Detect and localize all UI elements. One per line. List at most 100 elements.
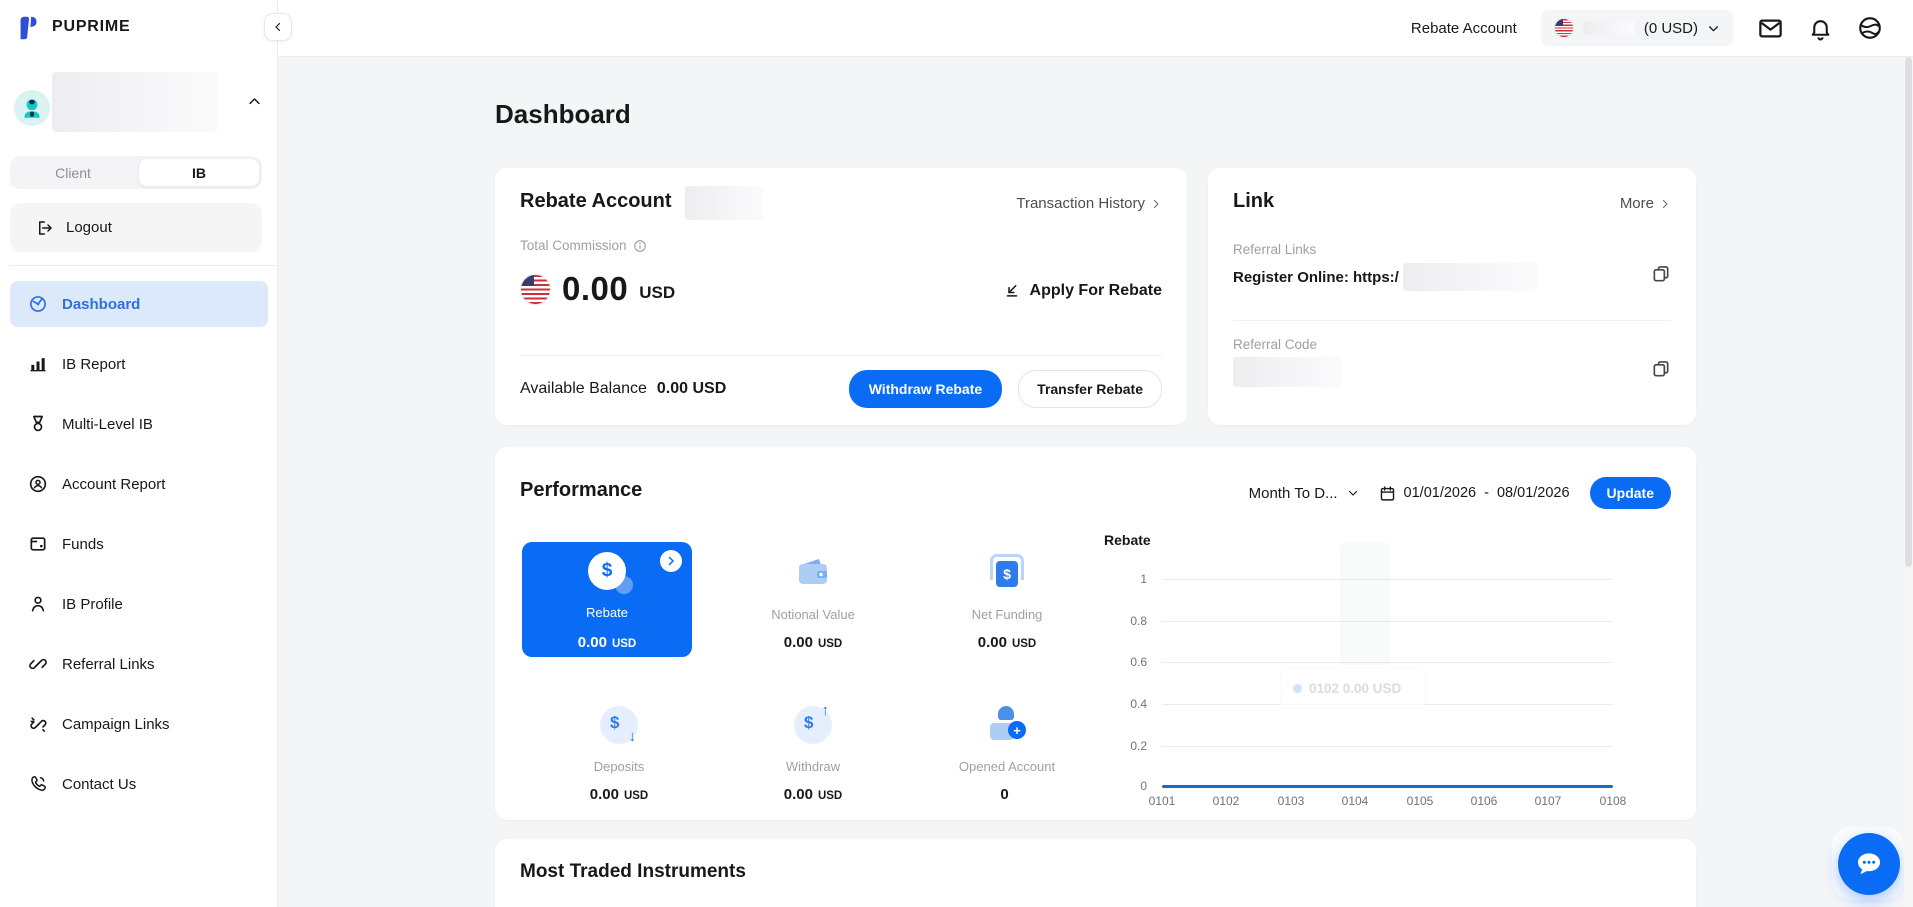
tile-value-unit: USD [1012, 638, 1036, 650]
opened-account-icon: + [986, 704, 1028, 746]
language-button[interactable] [1857, 15, 1883, 41]
mail-button[interactable] [1757, 15, 1784, 42]
sidebar-item-referral-links[interactable]: Referral Links [10, 641, 268, 687]
tile-label: Withdraw [786, 759, 840, 774]
date-to: 08/01/2026 [1497, 485, 1570, 501]
sidebar-item-funds[interactable]: Funds [10, 521, 268, 567]
brand-name: PUPRIME [52, 18, 131, 36]
app-root: PUPRIME Client IB [0, 0, 1913, 907]
tile-value: 0 [1000, 786, 1013, 803]
referral-link-text: Register Online: https:/ [1233, 269, 1399, 286]
tile-rebate[interactable]: $ Rebate 0.00 USD [522, 542, 692, 657]
sidebar-item-label: Contact Us [62, 776, 136, 793]
available-balance-value: 0.00 USD [657, 380, 726, 398]
x-axis-tick: 0105 [1398, 794, 1442, 808]
notifications-button[interactable] [1808, 16, 1833, 41]
person-icon [28, 594, 48, 614]
page-scrollbar [1904, 57, 1913, 907]
apply-for-rebate-label: Apply For Rebate [1030, 282, 1162, 300]
broken-link-icon [28, 714, 48, 734]
puprime-logo-icon [14, 12, 44, 42]
chat-button[interactable] [1838, 833, 1900, 895]
globe-icon [1857, 15, 1883, 41]
referral-code-label: Referral Code [1233, 337, 1317, 352]
avatar [14, 90, 50, 126]
toggle-client[interactable]: Client [10, 156, 136, 189]
referral-link-row: Register Online: https:/ [1233, 263, 1538, 291]
logout-icon [36, 219, 54, 237]
calendar-icon [1379, 485, 1396, 502]
chat-bubble-icon [1852, 847, 1886, 881]
x-axis-tick: 0101 [1140, 794, 1184, 808]
info-icon[interactable] [633, 239, 647, 253]
date-range-picker[interactable]: 01/01/2026 - 08/01/2026 [1379, 485, 1570, 502]
sidebar-collapse-button[interactable] [264, 13, 292, 41]
tile-notional-value[interactable]: Notional Value 0.00 USD [716, 542, 910, 657]
y-axis-tick: 0.8 [1097, 614, 1147, 628]
transfer-rebate-button[interactable]: Transfer Rebate [1018, 370, 1162, 408]
tile-deposits[interactable]: $↓ Deposits 0.00 USD [522, 694, 716, 809]
date-range-dropdown-value: Month To D... [1249, 485, 1338, 502]
redacted-referral-code [1233, 357, 1343, 387]
y-axis-tick: 0.2 [1097, 739, 1147, 753]
tile-value: 0.00 USD [978, 634, 1036, 651]
sidebar-item-multi-level-ib[interactable]: Multi-Level IB [10, 401, 268, 447]
x-axis-tick: 0103 [1269, 794, 1313, 808]
sidebar-item-ib-report[interactable]: IB Report [10, 341, 268, 387]
wallet-icon [28, 534, 48, 554]
tile-withdraw[interactable]: $↑ Withdraw 0.00 USD [716, 694, 910, 809]
tile-value-unit: USD [818, 790, 842, 802]
chevron-left-icon [272, 21, 284, 33]
chevron-up-icon [247, 94, 262, 109]
withdraw-icon: $↑ [792, 704, 834, 746]
mail-icon [1757, 15, 1784, 42]
card-divider [1233, 320, 1671, 321]
link-card: Link More Referral Links Register Online… [1208, 168, 1696, 425]
tile-opened-account[interactable]: + Opened Account 0 [910, 694, 1104, 809]
sidebar-item-dashboard[interactable]: Dashboard [10, 281, 268, 327]
profile-menu[interactable] [12, 72, 266, 134]
link-card-title: Link [1233, 190, 1274, 213]
tile-label: Opened Account [959, 759, 1055, 774]
y-axis-tick: 0.6 [1097, 655, 1147, 669]
topbar: Rebate Account (0 USD) [278, 0, 1913, 57]
tile-net-funding[interactable]: $ Net Funding 0.00 USD [910, 542, 1104, 657]
sidebar-item-account-report[interactable]: Account Report [10, 461, 268, 507]
apply-for-rebate-link[interactable]: Apply For Rebate [1003, 282, 1162, 300]
logout-button[interactable]: Logout [10, 203, 262, 252]
sidebar-item-label: Multi-Level IB [62, 416, 153, 433]
toggle-ib[interactable]: IB [138, 158, 260, 187]
available-balance: Available Balance 0.00 USD [520, 380, 726, 398]
date-from: 01/01/2026 [1404, 485, 1477, 501]
tile-label: Notional Value [771, 607, 855, 622]
date-range-dropdown[interactable]: Month To D... [1249, 485, 1359, 502]
withdraw-rebate-button[interactable]: Withdraw Rebate [849, 370, 1002, 408]
medal-icon [28, 414, 48, 434]
sidebar-item-contact-us[interactable]: Contact Us [10, 761, 268, 807]
available-balance-label: Available Balance [520, 380, 647, 398]
copy-referral-link-button[interactable] [1651, 264, 1671, 289]
us-flag-icon [1554, 18, 1574, 38]
chart-gridline [1162, 746, 1613, 747]
dollar-coin-icon: $ [588, 552, 626, 590]
logout-label: Logout [66, 219, 112, 236]
redacted-rebate-account-number [685, 186, 763, 220]
update-button[interactable]: Update [1590, 477, 1671, 509]
transaction-history-link[interactable]: Transaction History [1016, 195, 1162, 212]
bell-icon [1808, 16, 1833, 41]
account-selector[interactable]: (0 USD) [1541, 10, 1733, 46]
sidebar: PUPRIME Client IB [0, 0, 278, 907]
brand-logo: PUPRIME [14, 12, 131, 42]
tile-value-number: 0.00 [784, 634, 813, 651]
sidebar-item-campaign-links[interactable]: Campaign Links [10, 701, 268, 747]
more-label: More [1620, 195, 1654, 212]
tile-arrow-button[interactable] [660, 550, 682, 572]
sidebar-item-ib-profile[interactable]: IB Profile [10, 581, 268, 627]
person-circle-icon [28, 474, 48, 494]
apply-rebate-icon [1003, 282, 1021, 300]
scrollbar-thumb[interactable] [1905, 57, 1912, 567]
redacted-referral-link [1403, 263, 1538, 291]
copy-referral-code-button[interactable] [1651, 359, 1671, 384]
bar-chart-icon [28, 354, 48, 374]
more-link[interactable]: More [1620, 195, 1671, 212]
